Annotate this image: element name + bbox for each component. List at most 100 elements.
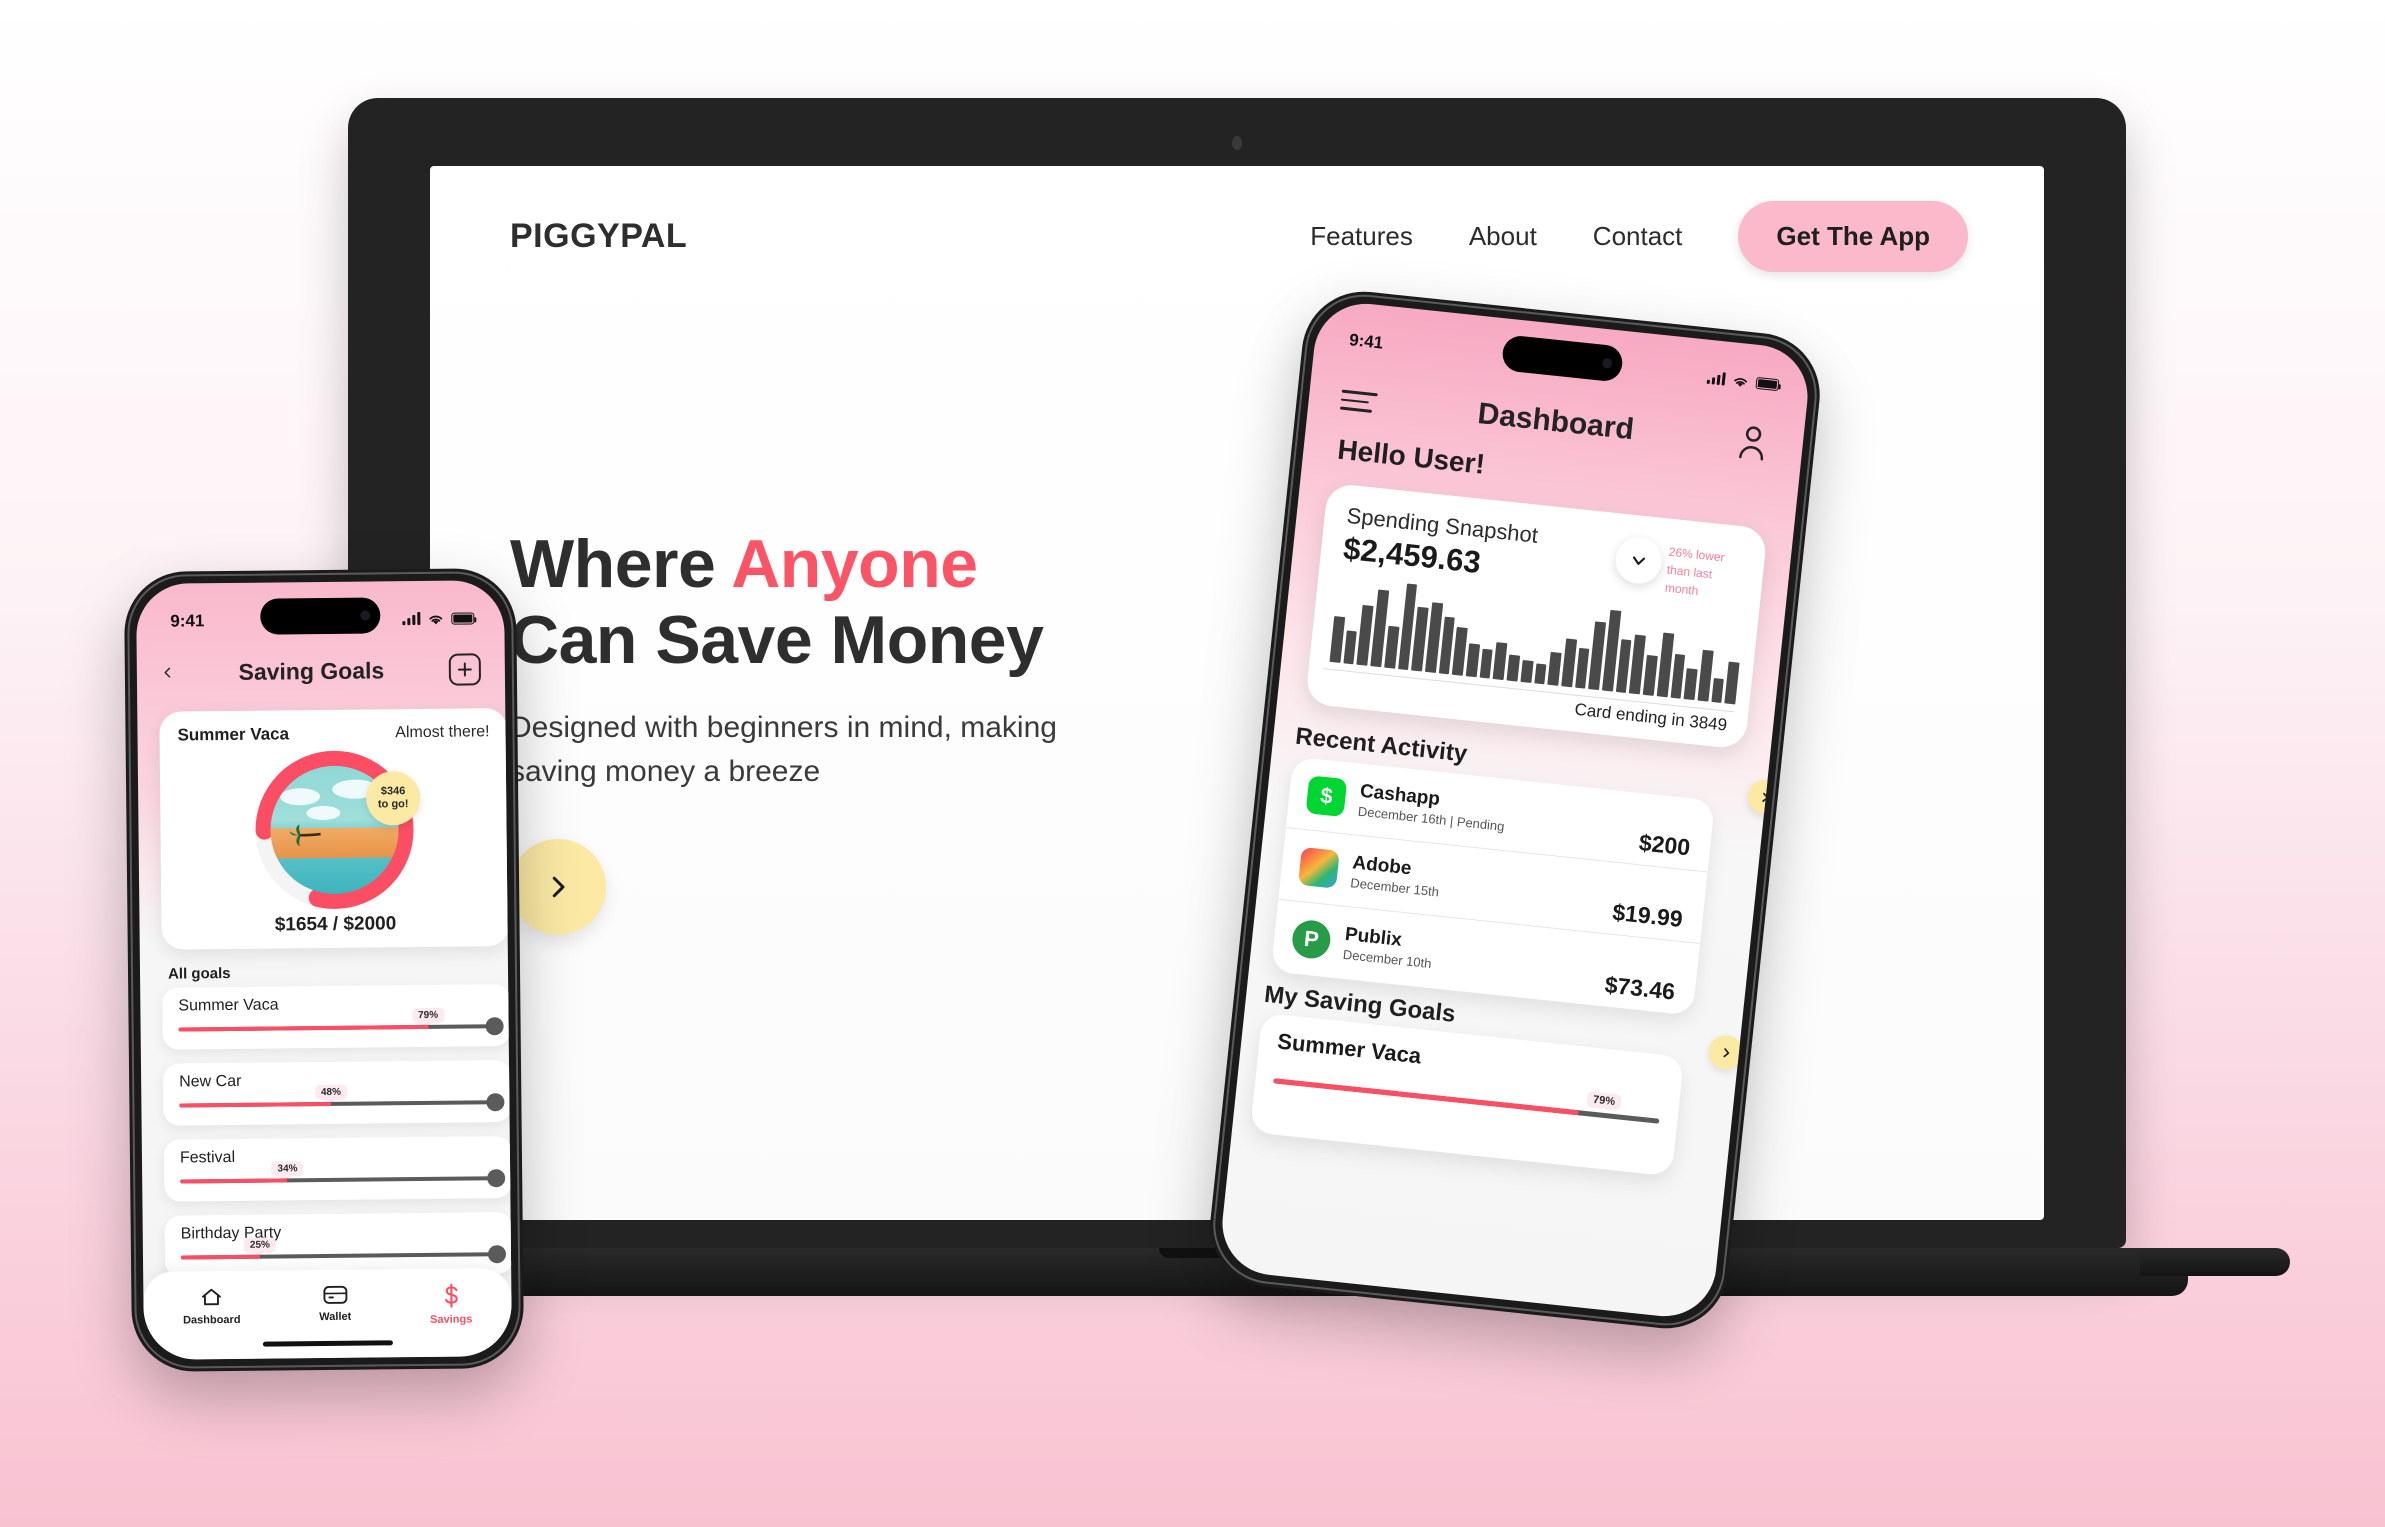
tab-savings[interactable]: Savings bbox=[430, 1282, 473, 1326]
hero-headline-line2: Can Save Money bbox=[510, 602, 1044, 679]
badge-amount: $346 bbox=[380, 785, 406, 798]
goal-progress-knob[interactable] bbox=[485, 1017, 504, 1036]
goal-progress-track[interactable] bbox=[180, 1245, 507, 1264]
featured-goal-amount: $1654 / $2000 bbox=[274, 913, 397, 936]
wifi-icon bbox=[1734, 377, 1748, 387]
goal-name: Birthday Party bbox=[180, 1224, 282, 1243]
goal-name: Festival bbox=[179, 1148, 236, 1167]
hero-headline-accent: Anyone bbox=[731, 526, 978, 602]
hamburger-icon[interactable] bbox=[1339, 389, 1378, 413]
amount-to-go-badge: $346 to go! bbox=[365, 770, 421, 826]
list-item[interactable]: New Car 48% bbox=[162, 1060, 512, 1126]
goal-progress-knob[interactable] bbox=[486, 1093, 505, 1112]
chart-bar bbox=[1329, 615, 1345, 663]
signal-icon bbox=[402, 611, 421, 626]
goal-percent-badge: 48% bbox=[314, 1084, 348, 1101]
back-button[interactable] bbox=[161, 661, 174, 685]
page-title: Dashboard bbox=[1476, 397, 1636, 447]
tab-label: Savings bbox=[430, 1313, 473, 1326]
chart-bar bbox=[1465, 643, 1480, 678]
user-icon[interactable] bbox=[1733, 422, 1773, 464]
chart-bar bbox=[1642, 655, 1658, 696]
goal-progress-ring: $346 to go! bbox=[254, 749, 421, 911]
saving-goal-preview[interactable]: Summer Vaca 79% bbox=[1249, 1012, 1685, 1177]
dollar-icon bbox=[444, 1283, 458, 1308]
chart-bar bbox=[1683, 668, 1698, 701]
page-title: Saving Goals bbox=[238, 656, 385, 685]
chevron-left-icon bbox=[164, 667, 171, 678]
signal-icon bbox=[1706, 372, 1726, 386]
recent-activity-list: $ Cashapp December 16th | Pending $200 A… bbox=[1270, 756, 1716, 1016]
transaction-info: Cashapp December 16th | Pending bbox=[1357, 780, 1507, 833]
bottom-tab-bar: Dashboard Wallet Savings bbox=[143, 1268, 513, 1360]
saving-goals-screen: 9:41 Saving Goals Summer Vaca Almost the… bbox=[135, 580, 513, 1360]
status-time: 9:41 bbox=[170, 611, 205, 631]
chart-bar bbox=[1343, 630, 1358, 665]
goal-progress-fill bbox=[178, 1024, 429, 1032]
chevron-right-icon bbox=[1722, 1047, 1729, 1057]
list-item[interactable]: Summer Vaca 79% bbox=[162, 984, 511, 1050]
site-header: PIGGYPAL Features About Contact Get The … bbox=[430, 166, 2044, 306]
chart-bar bbox=[1506, 654, 1521, 682]
goal-progress-fill bbox=[180, 1178, 288, 1184]
goal-progress-track[interactable] bbox=[179, 1093, 505, 1112]
goal-progress-knob[interactable] bbox=[487, 1169, 506, 1188]
list-item[interactable]: Festival 34% bbox=[163, 1136, 513, 1202]
status-icons bbox=[1706, 371, 1780, 392]
chart-bar bbox=[1547, 651, 1562, 686]
nav-link-features[interactable]: Features bbox=[1310, 221, 1413, 252]
saving-goals-navbar: Saving Goals bbox=[137, 642, 506, 700]
goal-progress-track[interactable] bbox=[178, 1017, 504, 1036]
goal-progress-track[interactable] bbox=[180, 1169, 506, 1188]
transaction-amount: $200 bbox=[1637, 829, 1692, 861]
goal-percent-badge: 79% bbox=[412, 1007, 445, 1024]
goal-progress-knob[interactable] bbox=[487, 1245, 507, 1264]
all-goals-heading: All goals bbox=[167, 964, 231, 983]
chart-bar bbox=[1520, 659, 1534, 683]
add-goal-button[interactable] bbox=[448, 653, 482, 686]
nav-link-contact[interactable]: Contact bbox=[1593, 221, 1683, 252]
chart-bar bbox=[1383, 625, 1400, 669]
chart-bar bbox=[1574, 648, 1590, 689]
spending-snapshot-card: Spending Snapshot $2,459.63 26% lower th… bbox=[1304, 482, 1768, 750]
goal-percent-badge: 34% bbox=[271, 1161, 304, 1177]
chart-bar bbox=[1561, 638, 1577, 688]
get-the-app-button[interactable]: Get The App bbox=[1738, 200, 1968, 272]
publix-logo: P bbox=[1290, 918, 1333, 961]
brand-logo[interactable]: PIGGYPAL bbox=[510, 217, 687, 256]
status-icons bbox=[402, 611, 475, 626]
goal-percent-badge: 25% bbox=[243, 1237, 276, 1253]
transaction-info: Publix December 10th bbox=[1342, 924, 1434, 971]
nav-link-about[interactable]: About bbox=[1469, 221, 1537, 252]
transaction-amount: $19.99 bbox=[1611, 898, 1684, 933]
featured-goal-header: Summer Vaca Almost there! bbox=[177, 722, 489, 745]
featured-goal-card[interactable]: Summer Vaca Almost there! $346 to go! $1… bbox=[159, 708, 510, 950]
home-indicator bbox=[262, 1340, 393, 1347]
hero-subtext: Designed with beginners in mind, making … bbox=[510, 711, 1057, 788]
tab-wallet[interactable]: Wallet bbox=[319, 1284, 351, 1323]
chart-bar bbox=[1479, 649, 1494, 679]
phone-mockup-saving-goals: 9:41 Saving Goals Summer Vaca Almost the… bbox=[123, 567, 525, 1373]
hero-cta-button[interactable] bbox=[510, 839, 606, 936]
tab-label: Wallet bbox=[319, 1310, 352, 1324]
chart-bar bbox=[1533, 663, 1547, 685]
cashapp-logo: $ bbox=[1305, 774, 1348, 817]
dynamic-island bbox=[260, 597, 381, 635]
card-icon bbox=[323, 1285, 348, 1304]
laptop-base-right bbox=[2140, 1248, 2290, 1276]
transaction-amount: $73.46 bbox=[1603, 971, 1677, 1005]
featured-goal-title: Summer Vaca bbox=[177, 724, 290, 745]
chevron-down-icon bbox=[1632, 556, 1646, 565]
hero-headline: Where Anyone Can Save Money bbox=[510, 526, 1150, 678]
goal-list: Summer Vaca 79% New Car 48% Festival 34% Birth… bbox=[162, 984, 513, 1292]
saving-goals-more-button[interactable] bbox=[1707, 1033, 1745, 1072]
phone-mockup-dashboard: 9:41 Dashboard Hello User! Spending Snap… bbox=[1204, 285, 1826, 1335]
dashboard-screen: 9:41 Dashboard Hello User! Spending Snap… bbox=[1217, 298, 1813, 1322]
wifi-icon bbox=[429, 615, 443, 624]
tab-dashboard[interactable]: Dashboard bbox=[183, 1285, 241, 1326]
main-navigation: Features About Contact Get The App bbox=[1310, 200, 1968, 272]
battery-icon bbox=[1755, 376, 1780, 392]
chart-bar bbox=[1697, 650, 1714, 702]
chevron-right-icon bbox=[1761, 792, 1768, 802]
adobe-logo bbox=[1298, 846, 1340, 889]
